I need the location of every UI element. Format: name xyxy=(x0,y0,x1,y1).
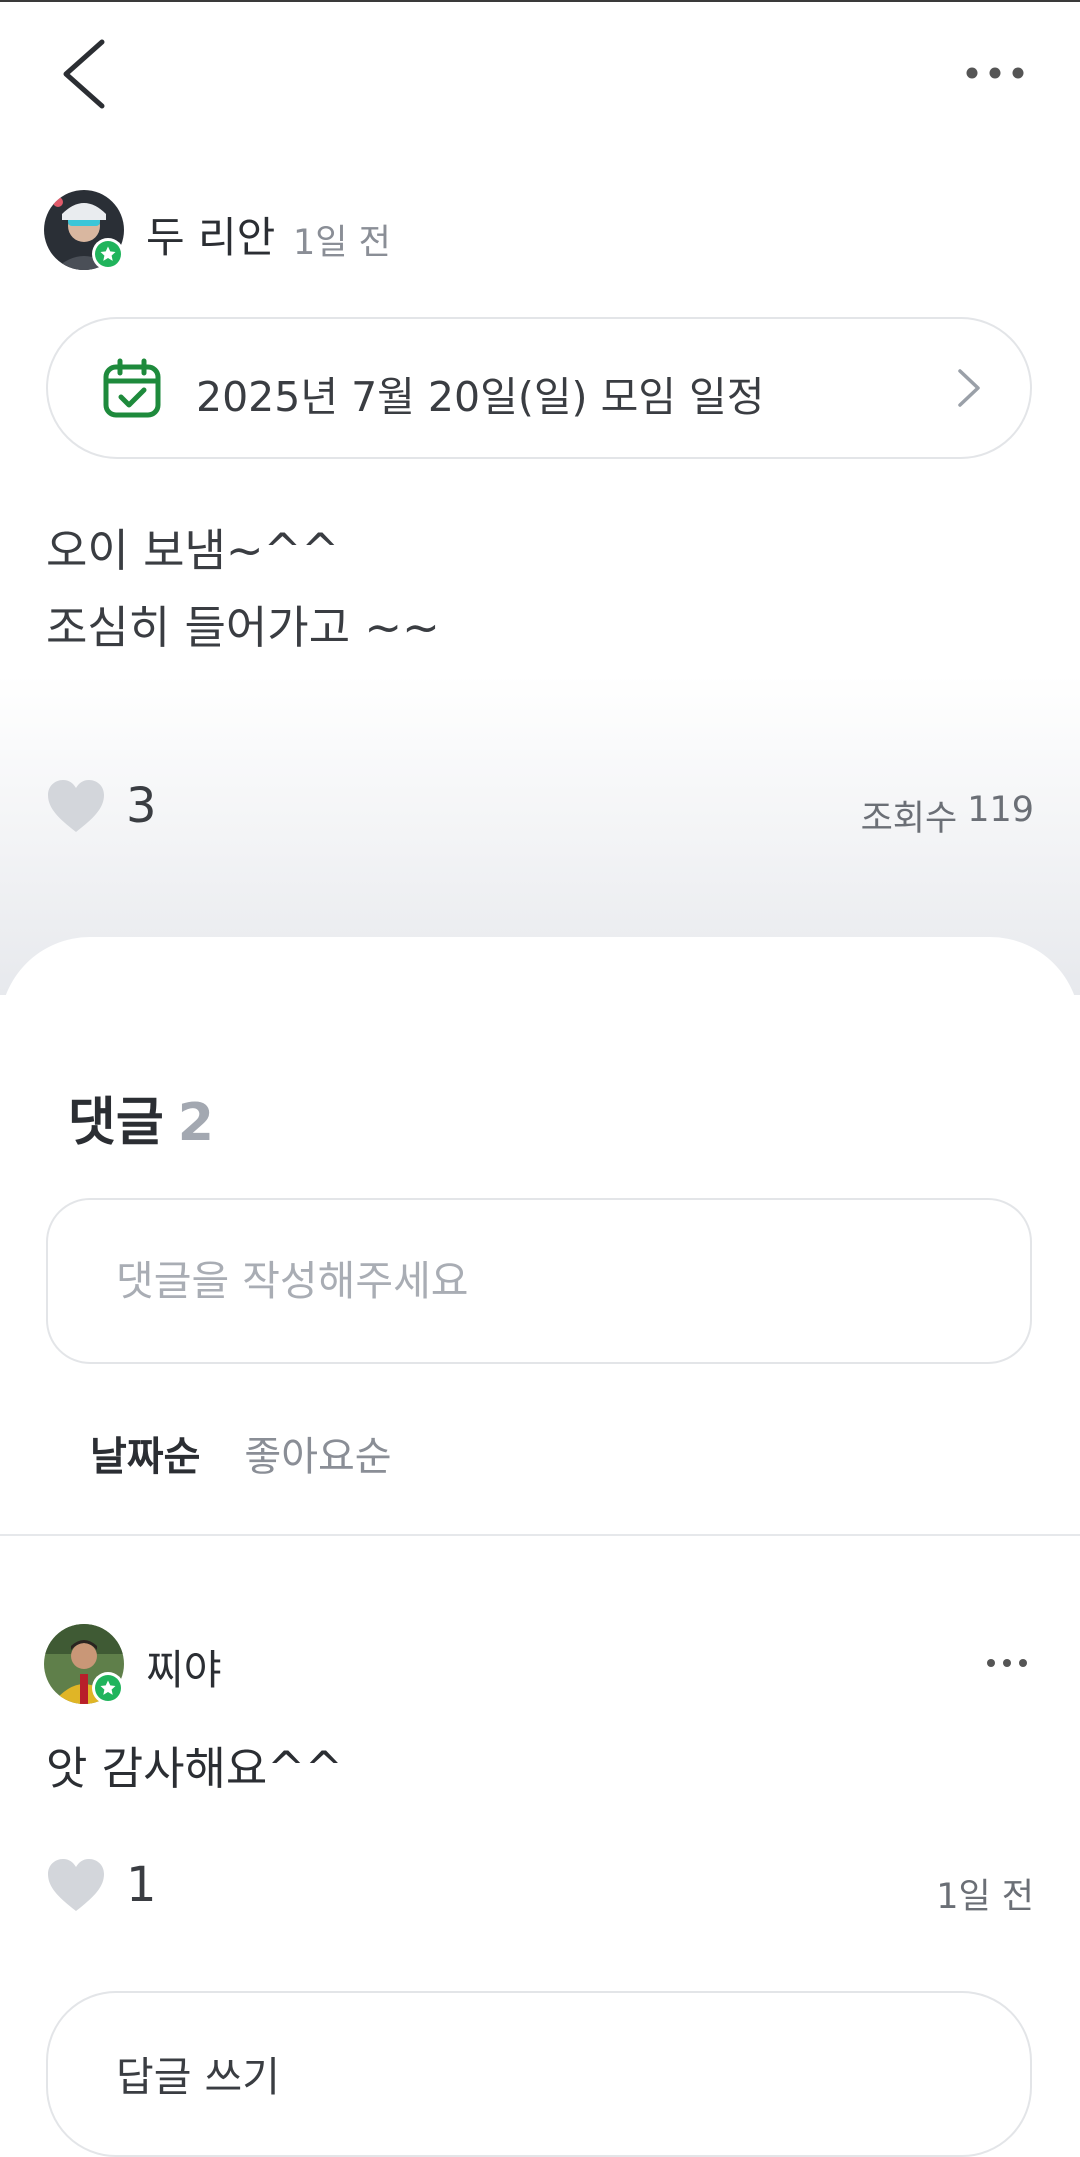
author-name[interactable]: 두 리안 xyxy=(146,204,275,265)
schedule-label: 2025년 7월 20일(일) 모임 일정 xyxy=(196,373,765,421)
star-icon xyxy=(100,1680,116,1695)
sort-by-likes-tab[interactable]: 좋아요순 xyxy=(244,1424,391,1482)
back-button[interactable] xyxy=(52,36,122,112)
comment-input[interactable] xyxy=(46,1198,1032,1364)
chevron-left-icon xyxy=(63,39,105,109)
comment-like-button[interactable]: 1 xyxy=(46,1857,157,1913)
comment-text: 앗 감사해요^^ xyxy=(46,1742,343,1795)
more-horizontal-icon xyxy=(966,67,1024,79)
comment-time: 1일 전 xyxy=(936,1877,1034,1917)
verified-badge xyxy=(92,1672,124,1704)
post-like-count: 3 xyxy=(126,778,157,834)
view-count: 조회수 119 xyxy=(861,790,1034,841)
comments-title: 댓글 2 xyxy=(68,1080,214,1155)
post-body-line: 조심히 들어가고 ~~ xyxy=(46,601,440,654)
comments-count: 2 xyxy=(177,1093,214,1153)
heart-icon xyxy=(48,1859,104,1911)
comment-like-count: 1 xyxy=(126,1857,157,1913)
view-count-value: 119 xyxy=(967,790,1034,830)
post-time: 1일 전 xyxy=(293,223,391,263)
sort-by-date-tab[interactable]: 날짜순 xyxy=(90,1424,200,1482)
divider xyxy=(0,1534,1080,1536)
post-body: 오이 보냄~^^ 조심히 들어가고 ~~ xyxy=(46,512,440,666)
comment-more-button[interactable] xyxy=(986,1654,1028,1672)
post-body-line: 오이 보냄~^^ xyxy=(46,524,340,577)
write-reply-button[interactable]: 답글 쓰기 xyxy=(46,1991,1032,2157)
comment-sort-tabs: 날짜순 좋아요순 xyxy=(90,1424,392,1482)
chevron-right-icon xyxy=(958,369,980,407)
more-options-button[interactable] xyxy=(962,58,1032,88)
verified-badge xyxy=(92,238,124,270)
view-count-label: 조회수 xyxy=(860,799,958,839)
heart-icon xyxy=(48,780,104,832)
meeting-schedule-card[interactable]: 2025년 7월 20일(일) 모임 일정 xyxy=(46,317,1032,459)
more-horizontal-icon xyxy=(987,1659,1027,1667)
post-like-button[interactable]: 3 xyxy=(46,778,157,834)
comments-title-label: 댓글 xyxy=(68,1093,164,1153)
comment-author[interactable]: 찌야 xyxy=(146,1636,221,1696)
status-divider xyxy=(0,0,1080,2)
calendar-check-icon xyxy=(103,358,161,418)
write-reply-label: 답글 쓰기 xyxy=(116,2053,280,2101)
star-icon xyxy=(100,246,116,261)
